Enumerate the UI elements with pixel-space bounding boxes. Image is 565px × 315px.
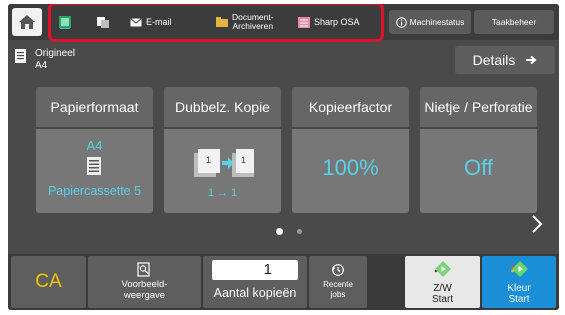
document-filing-icon xyxy=(216,17,228,27)
copy-ratio-value: 100% xyxy=(322,155,379,180)
history-icon xyxy=(331,264,344,276)
home-button[interactable] xyxy=(12,8,42,36)
color-start-button[interactable]: Kleur Start xyxy=(482,256,556,308)
bw-start-label: Z/W Start xyxy=(405,283,480,305)
preview-label-line1: Voorbeeld- xyxy=(121,279,168,290)
recent-jobs-label-line1: Recente xyxy=(323,280,353,289)
copies-input[interactable]: 1 xyxy=(212,260,298,280)
original-title: Origineel xyxy=(35,48,76,59)
duplex-copy-value: 1 → 1 xyxy=(207,187,238,199)
tab-document-filing[interactable]: Document- Archiveren xyxy=(216,10,274,34)
tab-email[interactable]: E-mail xyxy=(130,10,172,34)
machine-status-label: Machinestatus xyxy=(409,17,465,27)
info-icon xyxy=(395,16,407,28)
staple-punch-title: Nietje / Perforatie xyxy=(420,87,537,127)
recent-jobs-button[interactable]: Recente jobs xyxy=(309,256,367,308)
paper-size-body: A4 Papiercassette 5 xyxy=(36,129,153,213)
tab-copy[interactable] xyxy=(58,10,72,34)
bw-start-icon xyxy=(434,261,451,277)
copy-icon xyxy=(59,16,71,29)
clear-all-button[interactable]: CA xyxy=(11,256,86,308)
tab-document-filing-label: Document- Archiveren xyxy=(232,13,274,31)
svg-text:1: 1 xyxy=(241,155,246,165)
recent-jobs-label-line2: jobs xyxy=(330,289,346,299)
preview-label: Voorbeeld- weergave xyxy=(88,279,201,301)
tab-scan[interactable] xyxy=(96,10,110,34)
color-start-label-line1: Kleur xyxy=(507,283,531,294)
preview-label-line2: weergave xyxy=(123,290,166,301)
copies-label: Aantal kopieën xyxy=(213,286,297,300)
paper-size-card[interactable]: Papierformaat A4 Papiercassette 5 xyxy=(36,87,153,213)
job-status-button[interactable]: Taakbeheer xyxy=(474,10,554,34)
tab-document-filing-label-line2: Archiveren xyxy=(232,21,274,31)
page-dot-active[interactable] xyxy=(276,228,283,235)
staple-punch-value: Off xyxy=(464,155,493,180)
preview-button[interactable]: Voorbeeld- weergave xyxy=(88,256,201,308)
bw-start-label-line2: Start xyxy=(431,294,454,305)
tab-sharp-osa[interactable]: Sharp OSA xyxy=(298,10,360,34)
bw-start-label-line1: Z/W xyxy=(433,283,452,294)
duplex-copy-title: Dubbelz. Kopie xyxy=(164,87,281,127)
machine-status-button[interactable]: Machinestatus xyxy=(389,10,471,34)
color-start-label: Kleur Start xyxy=(482,283,556,305)
copy-ratio-title: Kopieerfactor xyxy=(292,87,409,127)
original-document-icon xyxy=(15,49,26,63)
original-icon-wrap xyxy=(14,48,28,69)
color-start-icon xyxy=(511,261,528,277)
preview-icon xyxy=(137,262,150,277)
copy-ratio-body: 100% xyxy=(292,129,409,213)
paper-stack-icon xyxy=(87,157,101,175)
job-status-label: Taakbeheer xyxy=(491,17,537,27)
email-icon xyxy=(130,17,142,26)
duplex-icon: 1 1 xyxy=(194,149,254,177)
copy-ratio-card[interactable]: Kopieerfactor 100% xyxy=(292,87,409,213)
color-start-label-line2: Start xyxy=(508,294,530,305)
clear-all-label: CA xyxy=(35,271,62,292)
paper-tray-value: Papiercassette 5 xyxy=(47,184,142,198)
chevron-right-icon[interactable] xyxy=(531,214,543,234)
home-icon xyxy=(19,15,35,29)
original-size: A4 xyxy=(35,60,48,71)
details-button[interactable]: Details xyxy=(455,46,555,74)
recent-jobs-label: Recente jobs xyxy=(309,280,367,299)
staple-punch-body: Off xyxy=(420,129,537,213)
duplex-copy-body: 1 1 1 → 1 xyxy=(164,129,281,213)
duplex-copy-card[interactable]: Dubbelz. Kopie 1 1 1 → 1 xyxy=(164,87,281,213)
bw-start-button[interactable]: Z/W Start xyxy=(405,256,480,308)
paper-size-value: A4 xyxy=(86,138,103,153)
scan-icon xyxy=(97,17,109,28)
copies-control[interactable]: 1 Aantal kopieën xyxy=(203,256,307,308)
paper-size-title: Papierformaat xyxy=(36,87,153,127)
page-dot-inactive[interactable] xyxy=(297,229,302,234)
top-bar: E-mail Document- Archiveren Sharp OSA Ma… xyxy=(8,4,559,42)
svg-text:1: 1 xyxy=(206,155,211,165)
copy-screen: E-mail Document- Archiveren Sharp OSA Ma… xyxy=(8,4,559,310)
details-label: Details xyxy=(472,52,516,68)
arrow-right-icon xyxy=(526,55,537,65)
staple-punch-card[interactable]: Nietje / Perforatie Off xyxy=(420,87,537,213)
tab-sharp-osa-label: Sharp OSA xyxy=(314,17,360,27)
tab-email-label: E-mail xyxy=(146,17,172,27)
sharp-osa-icon xyxy=(298,16,310,28)
